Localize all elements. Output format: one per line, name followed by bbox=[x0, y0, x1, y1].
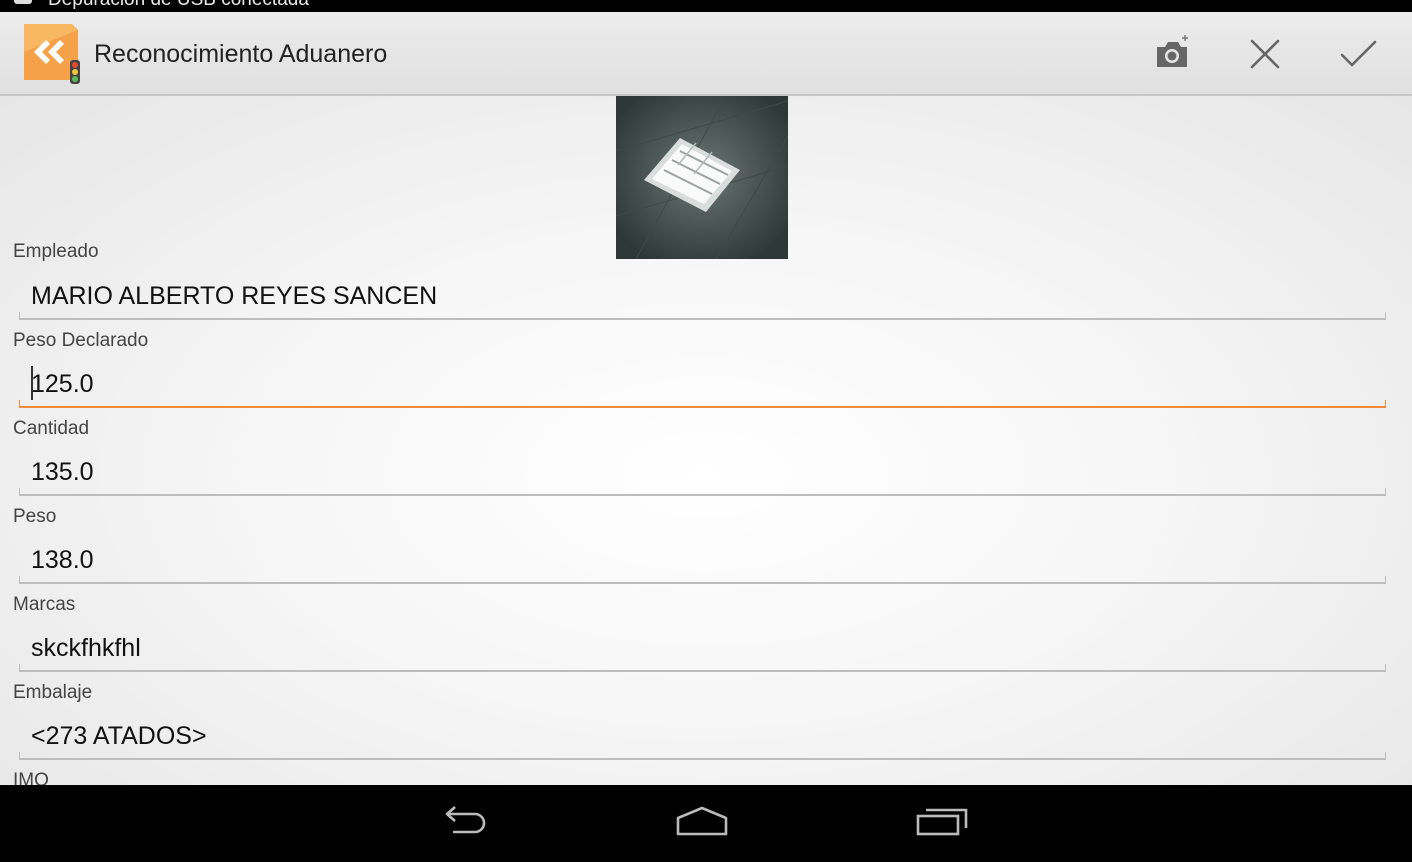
action-bar: Reconocimiento Aduanero bbox=[0, 12, 1412, 96]
field-label-imo: IMO bbox=[13, 770, 49, 785]
home-icon[interactable] bbox=[672, 802, 732, 842]
navigation-bar bbox=[0, 785, 1412, 862]
field-label-peso: Peso bbox=[13, 506, 57, 527]
usb-debug-icon bbox=[12, 0, 34, 6]
field-underline bbox=[19, 488, 1386, 496]
field-underline bbox=[19, 664, 1386, 672]
photo-thumbnail[interactable] bbox=[615, 96, 789, 260]
field-value-marcas[interactable]: skckfhkfhl bbox=[31, 634, 141, 663]
back-icon[interactable] bbox=[435, 802, 495, 842]
status-text: Depuración de USB conectada bbox=[48, 0, 309, 11]
field-underline bbox=[19, 752, 1386, 760]
status-bar: Depuración de USB conectada bbox=[0, 0, 1412, 12]
field-value-peso[interactable]: 138.0 bbox=[31, 546, 94, 575]
field-value-embalaje[interactable]: <273 ATADOS> bbox=[31, 722, 207, 751]
field-label-empleado: Empleado bbox=[13, 241, 99, 262]
field-value-peso-declarado[interactable]: 125.0 bbox=[31, 370, 94, 399]
field-value-cantidad[interactable]: 135.0 bbox=[31, 458, 94, 487]
app-logo-icon[interactable] bbox=[18, 22, 84, 86]
check-icon[interactable] bbox=[1333, 29, 1383, 79]
field-underline bbox=[19, 312, 1386, 320]
field-label-marcas: Marcas bbox=[13, 594, 76, 615]
recent-apps-icon[interactable] bbox=[912, 802, 972, 842]
field-label-cantidad: Cantidad bbox=[13, 418, 90, 439]
field-label-embalaje: Embalaje bbox=[13, 682, 93, 703]
form-content[interactable]: Empleado MARIO ALBERTO REYES SANCEN Peso… bbox=[0, 96, 1412, 785]
field-label-peso-declarado: Peso Declarado bbox=[13, 330, 149, 351]
field-underline bbox=[19, 576, 1386, 584]
app-title: Reconocimiento Aduanero bbox=[94, 40, 388, 68]
close-icon[interactable] bbox=[1240, 29, 1290, 79]
field-underline-active bbox=[19, 400, 1386, 408]
add-photo-icon[interactable] bbox=[1147, 29, 1197, 79]
field-value-empleado[interactable]: MARIO ALBERTO REYES SANCEN bbox=[31, 282, 437, 311]
